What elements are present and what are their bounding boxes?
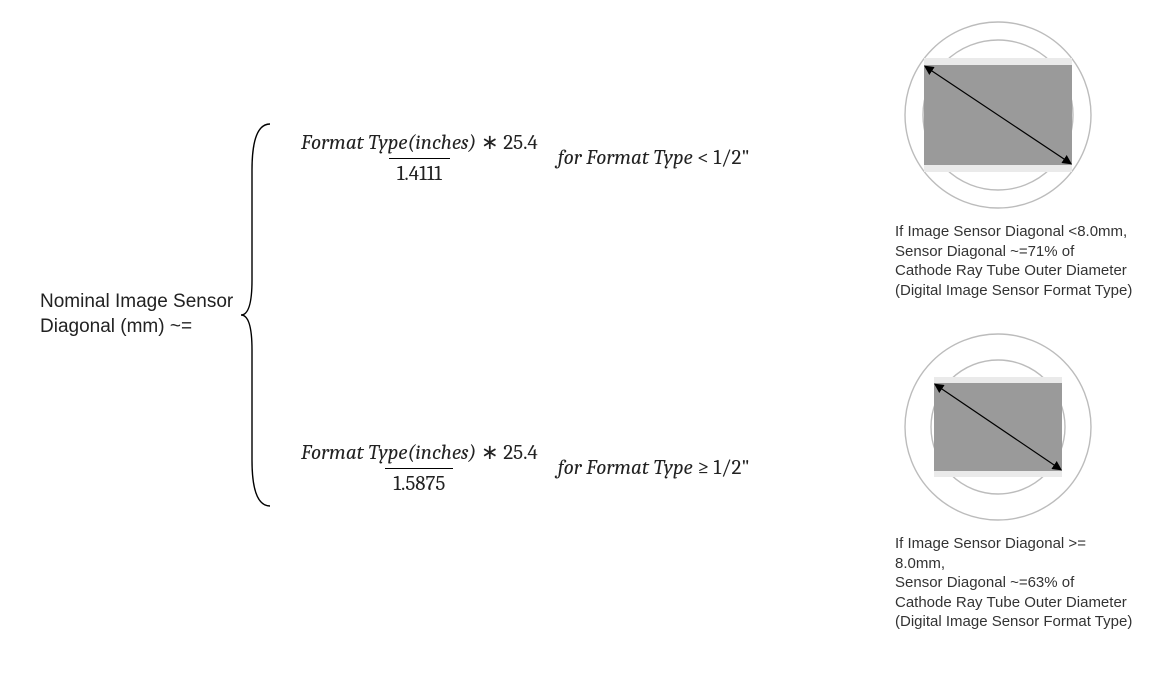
formula1-cond-prefix: for Format Type — [558, 146, 698, 170]
formula1-num-mult: ∗ 25.4 — [476, 131, 537, 155]
crt-sensor-diagram-2 — [903, 332, 1093, 522]
brace-icon — [238, 120, 278, 510]
cases-brace — [238, 120, 278, 510]
diagram1-cap-l4: (Digital Image Sensor Format Type) — [895, 281, 1132, 301]
formula2-num-term: Format Type — [301, 441, 407, 465]
formula1-cond-value: 1/2" — [709, 146, 750, 170]
formula2-cond-value: 1/2" — [709, 456, 750, 480]
lhs-label-line2: Diagonal (mm) ~= — [40, 315, 240, 340]
crt-sensor-svg-1 — [903, 20, 1093, 210]
formula2-condition: for Format Type ≥ 1/2" — [558, 456, 750, 480]
formula1-denominator: 1.4111 — [389, 158, 450, 186]
diagram-case-1: If Image Sensor Diagonal <8.0mm, Sensor … — [895, 20, 1135, 300]
formula1-num-unit: (inches) — [407, 131, 476, 155]
formula2-cond-prefix: for Format Type — [558, 456, 698, 480]
diagram2-cap-l4: (Digital Image Sensor Format Type) — [895, 612, 1135, 632]
formula1-num-term: Format Type — [301, 131, 407, 155]
crt-sensor-svg-2 — [903, 332, 1093, 522]
formula2-num-unit: (inches) — [407, 441, 476, 465]
lhs-label: Nominal Image Sensor Diagonal (mm) ~= — [40, 290, 240, 339]
formula1-numerator: Format Type(inches) ∗ 25.4 — [293, 130, 546, 158]
diagram2-cap-l2: Sensor Diagonal ~=63% of — [895, 573, 1135, 593]
formula-case-1: Format Type(inches) ∗ 25.4 1.4111 for Fo… — [293, 130, 750, 186]
formula2-cond-op: ≥ — [697, 456, 709, 480]
lhs-label-line1: Nominal Image Sensor — [40, 290, 240, 315]
diagram2-caption: If Image Sensor Diagonal >= 8.0mm, Senso… — [895, 534, 1135, 632]
diagram1-caption: If Image Sensor Diagonal <8.0mm, Sensor … — [895, 222, 1132, 300]
formula2-numerator: Format Type(inches) ∗ 25.4 — [293, 440, 546, 468]
formula-case-2: Format Type(inches) ∗ 25.4 1.5875 for Fo… — [293, 440, 750, 496]
diagram2-cap-l3: Cathode Ray Tube Outer Diameter — [895, 593, 1135, 613]
formula2-denominator: 1.5875 — [385, 468, 453, 496]
diagram-case-2: If Image Sensor Diagonal >= 8.0mm, Senso… — [895, 332, 1135, 632]
formula1-cond-op: < — [697, 146, 709, 170]
diagram2-cap-l1: If Image Sensor Diagonal >= 8.0mm, — [895, 534, 1135, 573]
crt-sensor-diagram-1 — [903, 20, 1093, 210]
diagram1-cap-l1: If Image Sensor Diagonal <8.0mm, — [895, 222, 1132, 242]
formula1-condition: for Format Type < 1/2" — [558, 146, 750, 170]
formula2-fraction: Format Type(inches) ∗ 25.4 1.5875 — [293, 440, 546, 496]
formula2-num-mult: ∗ 25.4 — [476, 441, 537, 465]
diagram1-cap-l3: Cathode Ray Tube Outer Diameter — [895, 261, 1132, 281]
diagram1-cap-l2: Sensor Diagonal ~=71% of — [895, 242, 1132, 262]
formula1-fraction: Format Type(inches) ∗ 25.4 1.4111 — [293, 130, 546, 186]
